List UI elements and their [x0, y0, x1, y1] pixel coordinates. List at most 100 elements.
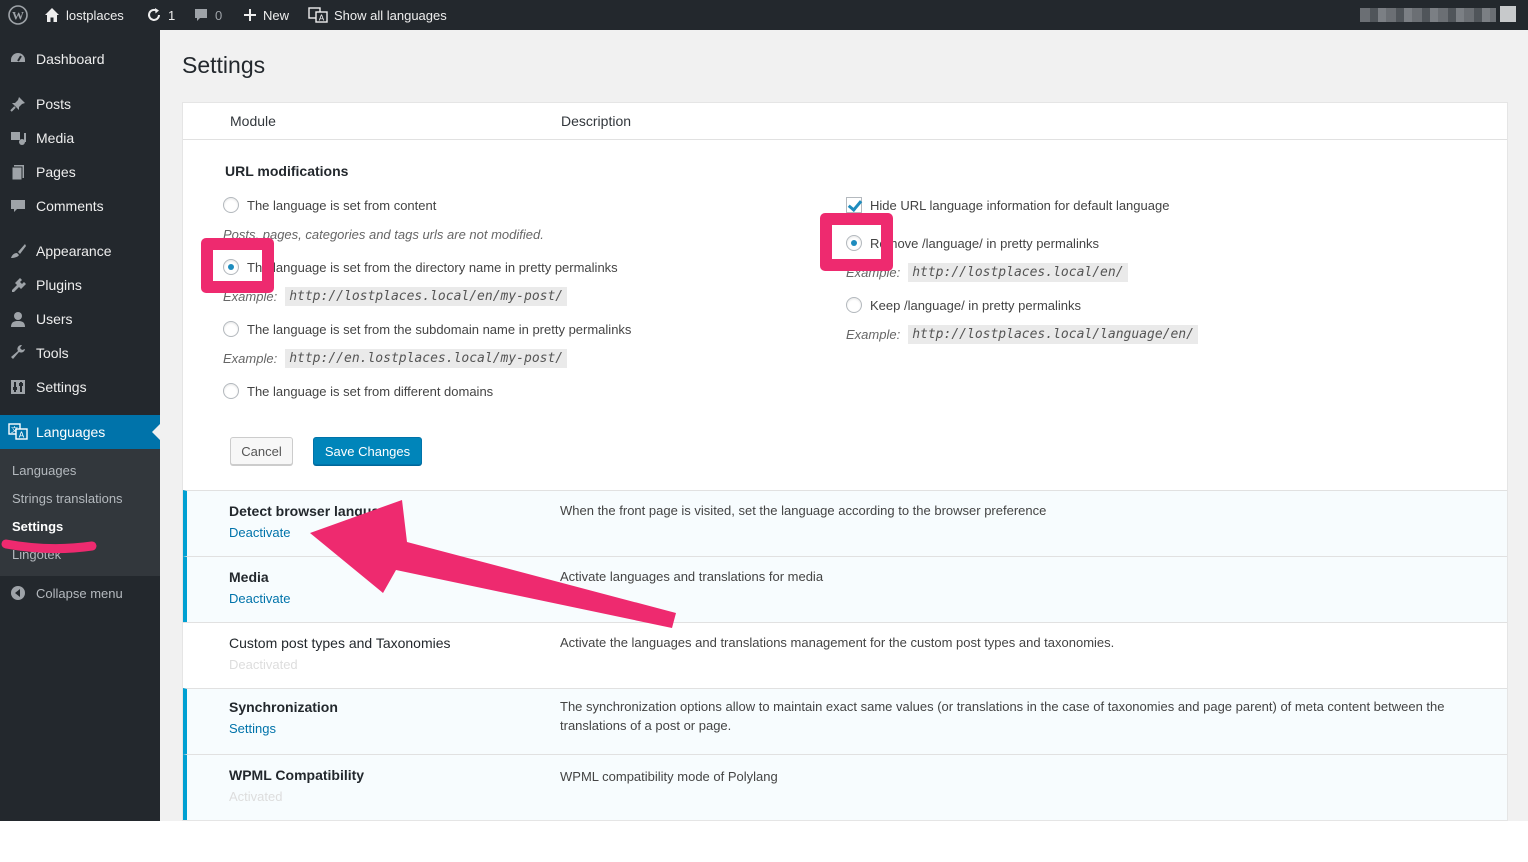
home-icon	[45, 8, 59, 22]
svg-text:A: A	[319, 14, 325, 23]
dashboard-icon	[0, 50, 36, 68]
updates-link[interactable]: 1	[146, 0, 175, 30]
deactivated-status: Deactivated	[229, 657, 298, 672]
option-language-from-domains[interactable]: The language is set from different domai…	[223, 383, 493, 399]
save-changes-button[interactable]: Save Changes	[313, 437, 422, 465]
show-all-languages-link[interactable]: A Show all languages	[308, 0, 447, 30]
sidebar-item-languages[interactable]: 文A Languages	[0, 415, 160, 449]
comments-count: 0	[215, 7, 223, 23]
checkbox-checked[interactable]	[846, 197, 862, 213]
submenu-item-languages[interactable]: Languages	[12, 463, 76, 478]
sidebar-item-settings[interactable]: Settings	[0, 370, 160, 404]
avatar[interactable]	[1500, 6, 1516, 22]
show-all-languages-label: Show all languages	[334, 7, 447, 23]
option-hide-default-language[interactable]: Hide URL language information for defaul…	[846, 197, 1169, 213]
example-url: http://lostplaces.local/language/en/	[908, 325, 1198, 344]
wordpress-logo-icon[interactable]: W	[8, 0, 28, 30]
option-label: The language is set from the subdomain n…	[247, 321, 632, 337]
option-label: Hide URL language information for defaul…	[870, 197, 1170, 213]
option-keep-language[interactable]: Keep /language/ in pretty permalinks	[846, 297, 1081, 313]
user-name-blurred[interactable]	[1360, 8, 1496, 22]
table-row: Custom post types and Taxonomies Deactiv…	[183, 622, 1507, 688]
option-label: The language is set from the directory n…	[247, 259, 618, 275]
sidebar-item-label: Settings	[36, 379, 87, 395]
svg-text:A: A	[19, 431, 25, 440]
admin-sidebar: Dashboard Posts Media Pages Comments App…	[0, 30, 160, 821]
example-keep: Example: http://lostplaces.local/languag…	[846, 325, 1198, 344]
option-label: Keep /language/ in pretty permalinks	[870, 297, 1082, 313]
column-header-module: Module	[230, 113, 276, 129]
sidebar-item-label: Media	[36, 130, 75, 146]
sidebar-item-appearance[interactable]: Appearance	[0, 234, 160, 268]
new-content-link[interactable]: New	[243, 0, 289, 30]
module-name: Media	[229, 569, 269, 585]
user-icon	[0, 310, 36, 328]
submenu-item-strings-translations[interactable]: Strings translations	[12, 491, 123, 506]
option-label: Remove /language/ in pretty permalinks	[870, 235, 1100, 251]
settings-link[interactable]: Settings	[229, 721, 276, 736]
deactivate-link[interactable]: Deactivate	[229, 591, 290, 606]
pages-icon	[0, 163, 36, 181]
sidebar-item-label: Languages	[36, 424, 106, 440]
wrench-icon	[0, 344, 36, 362]
plus-icon	[244, 9, 256, 21]
deactivate-link[interactable]: Deactivate	[229, 525, 290, 540]
settings-sliders-icon	[0, 378, 36, 396]
activated-status: Activated	[229, 789, 283, 804]
table-row: Detect browser language Deactivate When …	[183, 490, 1507, 556]
table-row: Media Deactivate Activate languages and …	[183, 556, 1507, 622]
radio-button[interactable]	[846, 297, 862, 313]
cancel-button[interactable]: Cancel	[230, 437, 293, 465]
module-description: When the front page is visited, set the …	[560, 503, 1047, 518]
collapse-menu-button[interactable]: Collapse menu	[0, 576, 160, 610]
sidebar-item-label: Pages	[36, 164, 76, 180]
option-label: The language is set from different domai…	[247, 383, 494, 399]
comments-link[interactable]: 0	[193, 0, 222, 30]
media-icon	[0, 129, 36, 147]
site-name-link[interactable]: lostplaces	[44, 0, 124, 30]
module-description: Activate languages and translations for …	[560, 569, 824, 584]
admin-bar: W lostplaces 1 0 New A Show all language…	[0, 0, 1528, 30]
module-name: WPML Compatibility	[229, 767, 365, 783]
sidebar-item-label: Users	[36, 311, 73, 327]
sidebar-item-comments[interactable]: Comments	[0, 189, 160, 223]
option-language-from-subdomain[interactable]: The language is set from the subdomain n…	[223, 321, 631, 337]
sidebar-item-posts[interactable]: Posts	[0, 87, 160, 121]
option-label: The language is set from content	[247, 197, 437, 213]
example-subdomain: Example: http://en.lostplaces.local/my-p…	[223, 349, 568, 368]
plug-icon	[0, 276, 36, 294]
modules-table: Module Description URL modifications The…	[182, 102, 1508, 821]
option-language-from-content[interactable]: The language is set from content	[223, 197, 436, 213]
collapse-menu-label: Collapse menu	[36, 585, 123, 601]
sidebar-item-label: Posts	[36, 96, 72, 112]
module-description: The synchronization options allow to mai…	[560, 699, 1445, 733]
submenu-item-lingotek[interactable]: Lingotek	[12, 547, 61, 562]
column-header-description: Description	[561, 113, 632, 129]
option-language-from-directory[interactable]: The language is set from the directory n…	[223, 259, 618, 275]
collapse-arrow-icon	[0, 585, 36, 601]
module-description: Activate the languages and translations …	[560, 635, 1115, 650]
sidebar-item-tools[interactable]: Tools	[0, 336, 160, 370]
url-modifications-title: URL modifications	[225, 163, 349, 179]
radio-button[interactable]	[223, 321, 239, 337]
example-url: http://lostplaces.local/en/	[908, 263, 1128, 282]
site-name: lostplaces	[66, 7, 124, 23]
translation-icon: 文A	[0, 423, 36, 441]
submenu-item-settings[interactable]: Settings	[12, 519, 63, 534]
main-content: Settings Module Description URL modifica…	[160, 30, 1528, 821]
sidebar-item-label: Dashboard	[36, 51, 105, 67]
sidebar-item-pages[interactable]: Pages	[0, 155, 160, 189]
sidebar-item-plugins[interactable]: Plugins	[0, 268, 160, 302]
page-title: Settings	[182, 52, 266, 78]
sidebar-item-dashboard[interactable]: Dashboard	[0, 42, 160, 76]
sidebar-item-users[interactable]: Users	[0, 302, 160, 336]
refresh-icon	[148, 8, 160, 21]
module-name: Detect browser language	[229, 503, 396, 519]
table-header: Module Description	[183, 103, 1507, 140]
sidebar-item-media[interactable]: Media	[0, 121, 160, 155]
svg-text:W: W	[12, 9, 24, 23]
radio-button[interactable]	[223, 197, 239, 213]
module-name: Synchronization	[229, 699, 338, 715]
radio-button[interactable]	[223, 383, 239, 399]
comment-icon	[195, 9, 207, 21]
